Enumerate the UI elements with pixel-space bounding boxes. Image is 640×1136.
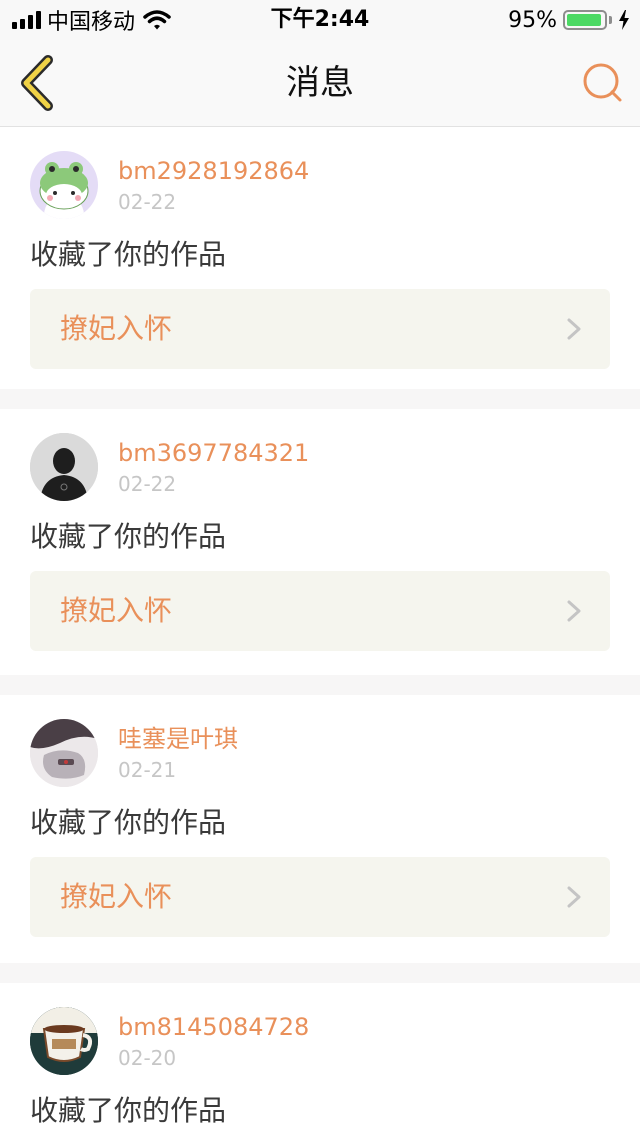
frog-avatar-icon (39, 162, 89, 219)
user-avatar[interactable] (30, 1007, 98, 1075)
message-date: 02-22 (118, 190, 177, 214)
page-title: 消息 (286, 63, 354, 103)
message-action-text: 收藏了你的作品 (30, 520, 227, 553)
user-avatar[interactable] (30, 433, 98, 501)
username[interactable]: bm8145084728 (118, 1011, 309, 1043)
message-card: bm3697784321 02-22 收藏了你的作品 撩妃入怀 (0, 409, 640, 675)
username[interactable]: bm3697784321 (118, 437, 309, 469)
message-card: bm2928192864 02-22 收藏了你的作品 撩妃入怀 (0, 127, 640, 389)
username[interactable]: 哇塞是叶琪 (118, 723, 238, 755)
battery-cap (609, 16, 612, 24)
status-bar: 中国移动 下午2:44 95% (0, 0, 640, 40)
message-date: 02-22 (118, 472, 177, 496)
chevron-right-icon (567, 886, 581, 908)
work-link[interactable]: 撩妃入怀 (30, 571, 610, 651)
user-avatar[interactable] (30, 719, 98, 787)
charging-icon (619, 10, 629, 30)
chevron-right-icon (567, 318, 581, 340)
battery-icon (563, 10, 607, 30)
work-title: 撩妃入怀 (60, 594, 173, 627)
message-action-text: 收藏了你的作品 (30, 238, 227, 271)
back-button[interactable] (14, 54, 62, 112)
message-card: bm8145084728 02-20 收藏了你的作品 (0, 983, 640, 1136)
status-bar-right: 95% (508, 6, 630, 34)
work-title: 撩妃入怀 (60, 312, 173, 345)
person-silhouette-avatar-icon (30, 433, 98, 501)
battery-level-fill (567, 14, 602, 26)
message-date: 02-21 (118, 758, 177, 782)
username[interactable]: bm2928192864 (118, 155, 309, 187)
message-date: 02-20 (118, 1046, 177, 1070)
work-title: 撩妃入怀 (60, 880, 173, 913)
work-link[interactable]: 撩妃入怀 (30, 289, 610, 369)
work-link[interactable]: 撩妃入怀 (30, 857, 610, 937)
battery-percent: 95% (508, 7, 557, 33)
coffee-cup-avatar-icon (30, 1007, 98, 1075)
message-card: 哇塞是叶琪 02-21 收藏了你的作品 撩妃入怀 (0, 695, 640, 963)
message-action-text: 收藏了你的作品 (30, 1094, 227, 1127)
search-icon[interactable] (580, 60, 624, 104)
nav-bar: 消息 (0, 40, 640, 127)
photo-avatar-icon (30, 719, 98, 787)
chevron-right-icon (567, 600, 581, 622)
message-action-text: 收藏了你的作品 (30, 806, 227, 839)
user-avatar[interactable] (30, 151, 98, 219)
